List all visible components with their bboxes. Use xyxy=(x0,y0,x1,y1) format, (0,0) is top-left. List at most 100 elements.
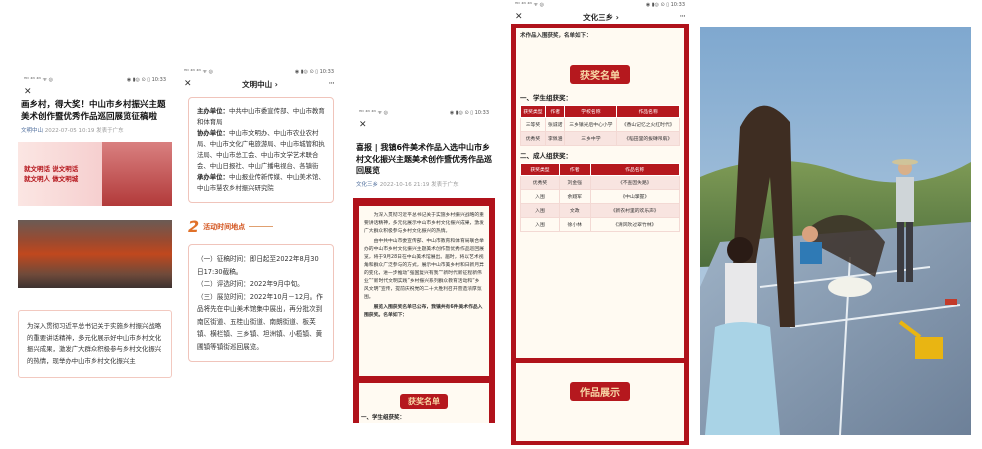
publish-date: 2022-07-05 10:19 xyxy=(44,128,95,134)
table-cell: 《稻田里的拔磚吊扇》 xyxy=(616,131,680,146)
status-icons-right: ◉ ▮◎ ⊙ ▯ 10:33 xyxy=(126,77,166,83)
student-group-label: 一、学生组获奖： xyxy=(361,414,406,421)
close-icon[interactable]: ✕ xyxy=(359,120,367,130)
account-link[interactable]: 文化三乡 xyxy=(356,182,378,188)
status-bar: ᴴᴰ ⁴ᴳ ⁴ᴳ ᯤ ◎ ◉ ▮◎ ⊙ ▯ 10:33 xyxy=(178,67,340,77)
table-header: 获奖类型 xyxy=(520,105,546,118)
close-icon[interactable]: ✕ xyxy=(515,12,523,22)
section-title: 活动时间地点 xyxy=(203,222,246,231)
poster-table-area: 术作品入围获奖，名单如下： 获奖名单 一、学生组获奖： 获奖类型 作者 学校名称… xyxy=(516,28,684,358)
table-cell: 《清风吹过翠竹林》 xyxy=(589,217,680,232)
article-meta: 文化三乡 2022-10-16 21:19 发表于广东 xyxy=(356,180,492,188)
publish-date: 2022-10-16 21:19 xyxy=(379,181,430,188)
host-row: 主办单位：中共中山市委宣传部、中山市教育和体育局 xyxy=(197,106,325,128)
nav-bar: ✕ 文明中山 › ··· xyxy=(178,77,340,91)
banner-slogan-line: 就文明话 说文明话 xyxy=(24,165,79,173)
table-cell: 三等奖 xyxy=(520,117,546,132)
more-icon[interactable]: ··· xyxy=(328,79,335,89)
article-panel-2: ᴴᴰ ⁴ᴳ ⁴ᴳ ᯤ ◎ ◉ ▮◎ ⊙ ▯ 10:33 ✕ 文明中山 › ··· 主办… xyxy=(178,67,340,445)
schedule-item: （二）评选时间：2022年9月中旬。 xyxy=(197,280,304,288)
table-row: 入围 余翔军 《中山掌握》 xyxy=(520,189,680,204)
award-title: 获奖名单 xyxy=(570,65,630,84)
account-title[interactable]: 文化三乡 › xyxy=(583,12,619,23)
publish-location: 发表于广东 xyxy=(431,181,459,188)
painting-artwork xyxy=(700,27,971,435)
table-row: 入围 徐小林 《清风吹过翠竹林》 xyxy=(520,217,680,232)
status-icons-left: ᴴᴰ ⁴ᴳ ⁴ᴳ ᯤ ◎ xyxy=(515,2,544,8)
table-header: 作者 xyxy=(544,105,566,118)
award-poster: 术作品入围获奖，名单如下： 获奖名单 一、学生组获奖： 获奖类型 作者 学校名称… xyxy=(511,24,689,445)
table-cell: 三乡中学 xyxy=(564,131,618,146)
article-panel-3: ᴴᴰ ⁴ᴳ ⁴ᴳ ᯤ ◎ ◉ ▮◎ ⊙ ▯ 10:33 ✕ 喜报 | 我镇6件美术… xyxy=(353,108,495,445)
organizers-card: 主办单位：中共中山市委宣传部、中山市教育和体育局 协办单位：中山市文明办、中山市… xyxy=(188,97,334,203)
status-icons-right: ◉ ▮◎ ⊙ ▯ 10:33 xyxy=(294,69,334,75)
village-photo xyxy=(18,220,172,288)
table-cell: 《不查因失路》 xyxy=(589,175,680,190)
section-number: 2 xyxy=(188,217,200,236)
status-bar: ᴴᴰ ⁴ᴳ ⁴ᴳ ᯤ ◎ ◉ ▮◎ ⊙ ▯ 10:33 xyxy=(509,0,691,10)
article-title: 喜报 | 我镇6件美术作品入选中山市乡村文化振兴主题美术创作暨优秀作品巡回展览 xyxy=(356,143,492,175)
civility-banner-image: 就文明话 说文明话 就文明人 做文明城 xyxy=(18,142,172,206)
student-group-label: 一、学生组获奖： xyxy=(520,94,572,102)
table-row: 入围 文政 《新农村里的欢乐声》 xyxy=(520,203,680,218)
account-link[interactable]: 文明中山 xyxy=(21,128,43,134)
table-header: 作品名称 xyxy=(589,163,680,176)
table-header: 学校名称 xyxy=(564,105,618,118)
status-bar: ᴴᴰ ⁴ᴳ ⁴ᴳ ᯤ ◎ ◉ ▮◎ ⊙ ▯ 10:33 xyxy=(18,75,172,85)
poster-text-area: 为深入贯彻习近平总书记关于实施乡村振兴战略的重要讲话精神，多元化展示中山市乡村文… xyxy=(359,205,489,376)
status-icons-right: ◉ ▮◎ ⊙ ▯ 10:33 xyxy=(645,2,685,8)
publish-location: 发表于广东 xyxy=(96,128,124,134)
table-row: 三等奖 张诚诺 三乡镇光后中心小学 《香山记忆之火红时代》 xyxy=(520,117,680,132)
intro-card: 为深入贯彻习近平总书记关于实施乡村振兴战略的重要讲话精神，多元化展示好中山市乡村… xyxy=(18,310,172,378)
table-header: 作者 xyxy=(558,163,591,176)
award-title-row: 获奖名单 xyxy=(520,65,680,84)
section-header: 2 活动时间地点 xyxy=(188,217,340,236)
table-cell: 入围 xyxy=(520,203,560,218)
poster-paragraph: 由中共中山市委宣传部、中山市教育和体育局联合举办的中山市乡村文化振兴主题美术创作… xyxy=(364,238,484,300)
close-icon[interactable]: ✕ xyxy=(184,79,192,89)
schedule-item: （三）展览时间：2022年10月－12月。作品将先在中山美术馆集中展出，再分批次… xyxy=(197,292,323,351)
article-meta: 文明中山 2022-07-05 10:19 发表于广东 xyxy=(21,126,169,134)
org-label: 承办单位： xyxy=(197,173,229,181)
adult-award-table: 获奖类型 作者 作品名称 优秀奖 刘金强 《不查因失路》 入围 余翔军 《中山掌… xyxy=(520,163,680,232)
article-body: 画乡村，得大奖！中山市乡村振兴主题美术创作暨优秀作品巡回展览征稿啦 文明中山 2… xyxy=(18,99,172,134)
status-icons-right: ◉ ▮◎ ⊙ ▯ 10:33 xyxy=(449,110,489,116)
more-icon[interactable]: ··· xyxy=(679,12,686,22)
table-cell: 优秀奖 xyxy=(520,131,546,146)
status-bar: ᴴᴰ ⁴ᴳ ⁴ᴳ ᯤ ◎ ◉ ▮◎ ⊙ ▯ 10:33 xyxy=(353,108,495,118)
org-row: 承办单位：中山报业传新传媒、中山美术馆、中山市慧农乡村振兴研究院 xyxy=(197,172,325,194)
article-panel-4: ᴴᴰ ⁴ᴳ ⁴ᴳ ᯤ ◎ ◉ ▮◎ ⊙ ▯ 10:33 ✕ 文化三乡 › ··· 术作… xyxy=(509,0,691,445)
nav-bar: ✕ xyxy=(353,118,495,132)
schedule-item: （一）征稿时间：即日起至2022年8月30日17:30截稿。 xyxy=(197,255,319,276)
table-cell: 《新农村里的欢乐声》 xyxy=(589,203,680,218)
announcement-poster: 为深入贯彻习近平总书记关于实施乡村振兴战略的重要讲话精神，多元化展示中山市乡村文… xyxy=(353,197,495,423)
account-title[interactable]: 文明中山 › xyxy=(242,79,278,90)
works-title: 作品展示 xyxy=(570,382,630,401)
table-cell: 优秀奖 xyxy=(520,175,560,190)
banner-slogan: 就文明话 说文明话 就文明人 做文明城 xyxy=(24,164,78,184)
table-cell: 李佩涵 xyxy=(544,131,566,146)
schedule-card: （一）征稿时间：即日起至2022年8月30日17:30截稿。 （二）评选时间：2… xyxy=(188,244,334,362)
table-cell: 三乡镇光后中心小学 xyxy=(564,117,618,132)
poster-paragraph: 为深入贯彻习近平总书记关于实施乡村振兴战略的重要讲话精神，多元化展示中山市乡村文… xyxy=(364,212,484,234)
article-panel-1: ᴴᴰ ⁴ᴳ ⁴ᴳ ᯤ ◎ ◉ ▮◎ ⊙ ▯ 10:33 ✕ 画乡村，得大奖！中山市… xyxy=(18,75,172,445)
award-title-row: 获奖名单 xyxy=(359,389,489,409)
status-icons-left: ᴴᴰ ⁴ᴳ ⁴ᴳ ᯤ ◎ xyxy=(24,77,53,83)
painting-image xyxy=(700,27,971,435)
status-icons-left: ᴴᴰ ⁴ᴳ ⁴ᴳ ᯤ ◎ xyxy=(359,110,388,116)
table-header: 获奖类型 xyxy=(520,163,560,176)
host-label: 主办单位： xyxy=(197,107,229,115)
table-cell: 《中山掌握》 xyxy=(589,189,680,204)
banner-building-graphic xyxy=(102,142,172,206)
article-title: 画乡村，得大奖！中山市乡村振兴主题美术创作暨优秀作品巡回展览征稿啦 xyxy=(21,100,166,122)
works-section: 作品展示 xyxy=(516,363,684,441)
banner-slogan-line: 就文明人 做文明城 xyxy=(24,175,79,183)
nav-bar: ✕ 文化三乡 › ··· xyxy=(509,10,691,24)
table-cell: 入围 xyxy=(520,189,560,204)
adult-group-label: 二、成人组获奖： xyxy=(520,152,572,160)
table-cell: 刘金强 xyxy=(558,175,591,190)
table-cell: 文政 xyxy=(558,203,591,218)
table-cell: 张诚诺 xyxy=(544,117,566,132)
close-icon[interactable]: ✕ xyxy=(24,87,32,97)
table-cell: 《香山记忆之火红时代》 xyxy=(616,117,680,132)
